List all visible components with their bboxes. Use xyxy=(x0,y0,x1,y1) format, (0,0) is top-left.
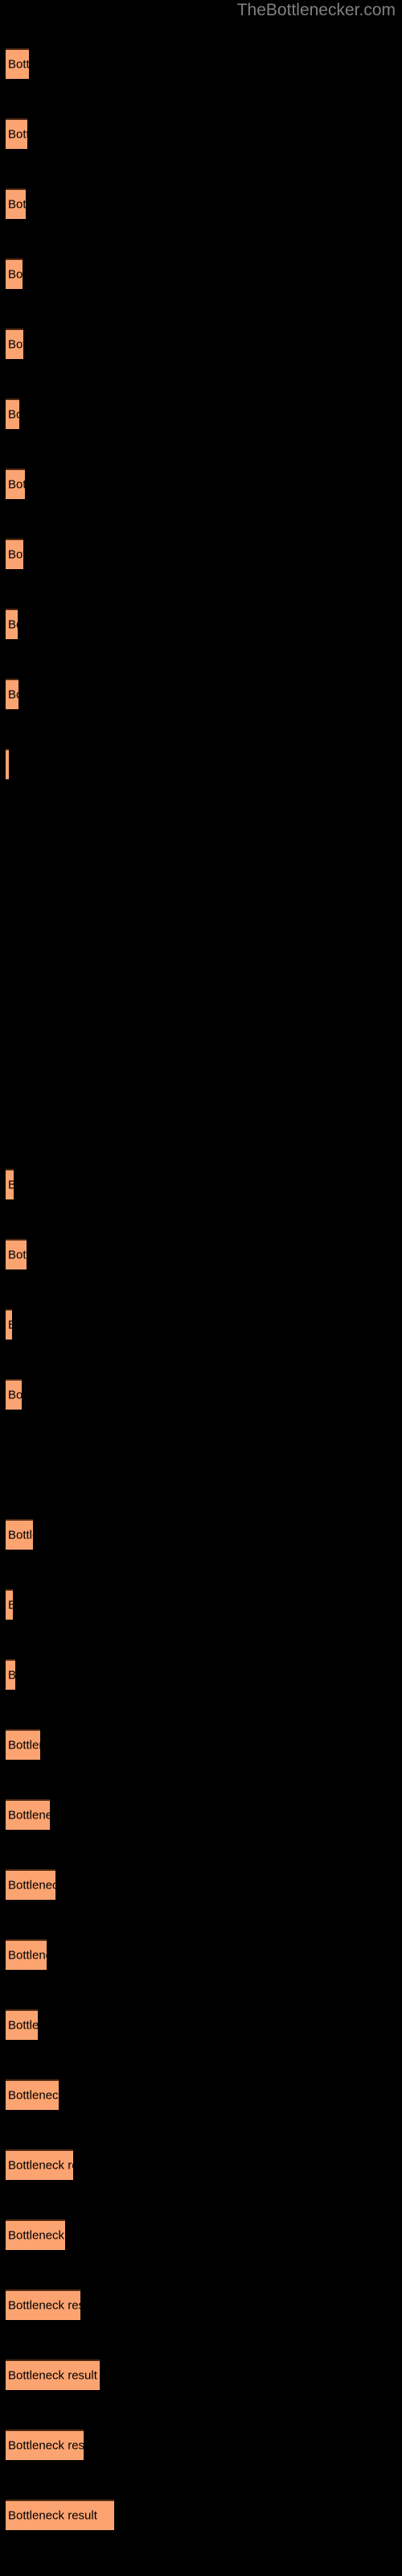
chart-bar[interactable]: Bottleneck result xyxy=(6,2429,84,2460)
chart-bar[interactable]: Bottleneck result xyxy=(6,1309,12,1340)
chart-bar[interactable]: Bottleneck result xyxy=(6,1869,55,1900)
bar-label: Bottleneck result xyxy=(8,1808,50,1823)
chart-bar[interactable]: Bottleneck result xyxy=(6,258,23,289)
chart-bar[interactable]: Bottleneck result xyxy=(6,2359,100,2390)
chart-bar[interactable]: Bottleneck result xyxy=(6,1379,22,1410)
bar-label: Bottleneck result xyxy=(8,2228,65,2243)
bar-label: Bottleneck result xyxy=(8,617,18,632)
bar-label: Bottleneck result xyxy=(8,1248,27,1262)
chart-bar[interactable]: Bottleneck result xyxy=(6,1659,15,1690)
bar-label: Bottleneck result xyxy=(8,267,23,282)
bar-label: Bottleneck result xyxy=(8,1388,22,1402)
bar-label: Bottleneck result xyxy=(8,1878,55,1893)
bar-label: Bottleneck result xyxy=(8,2088,59,2103)
chart-bar[interactable]: Bottleneck result xyxy=(6,2289,80,2320)
chart-bar[interactable]: Bottleneck result xyxy=(6,398,19,429)
chart-bar[interactable]: Bottleneck result xyxy=(6,188,26,219)
chart-bar[interactable]: Bottleneck result xyxy=(6,749,9,779)
chart-bar[interactable]: Bottleneck result xyxy=(6,1939,47,1970)
bar-label: Bottleneck result xyxy=(8,547,23,562)
bar-label: Bottleneck result xyxy=(8,1179,14,1192)
chart-bar[interactable]: Bottleneck result xyxy=(6,469,25,499)
bar-label: Bottleneck result xyxy=(8,477,25,492)
chart-bar[interactable]: Bottleneck result xyxy=(6,2500,114,2530)
chart-bar[interactable]: Bottleneck result xyxy=(6,1799,50,1830)
bar-label: Bottleneck result xyxy=(8,1599,13,1612)
bar-label: Bottleneck result xyxy=(8,197,26,212)
chart-bar[interactable]: Bottleneck result xyxy=(6,2079,59,2110)
bar-label: Bottleneck result xyxy=(8,1528,33,1542)
bar-label: Bottleneck result xyxy=(8,2508,97,2523)
bar-label: Bottleneck result xyxy=(8,1319,12,1332)
chart-bar[interactable]: Bottleneck result xyxy=(6,2219,65,2250)
chart-bar[interactable]: Bottleneck result xyxy=(6,609,18,639)
chart-bar[interactable]: Bottleneck result xyxy=(6,2149,73,2180)
bar-label: Bottleneck result xyxy=(8,127,27,142)
bar-label: Bottleneck result xyxy=(8,407,19,422)
bar-label: Bottleneck result xyxy=(8,687,18,702)
bar-label: Bottleneck result xyxy=(8,758,9,772)
bar-label: Bottleneck result xyxy=(8,2298,80,2313)
chart-bar[interactable]: Bottleneck result xyxy=(6,1239,27,1269)
chart-bar[interactable]: Bottleneck result xyxy=(6,1519,33,1550)
bar-label: Bottleneck result xyxy=(8,337,23,352)
bar-label: Bottleneck result xyxy=(8,57,29,72)
bar-label: Bottleneck result xyxy=(8,2018,38,2033)
bar-label: Bottleneck result xyxy=(8,1738,40,1752)
chart-bar[interactable]: Bottleneck result xyxy=(6,118,27,149)
chart-bar[interactable]: Bottleneck result xyxy=(6,1589,13,1620)
chart-bar[interactable]: Bottleneck result xyxy=(6,539,23,569)
bar-label: Bottleneck result xyxy=(8,2368,97,2383)
horizontal-bar-chart: Bottleneck result Bottleneck result Bottle… xyxy=(0,0,402,2576)
bar-label: Bottleneck result xyxy=(8,2438,84,2453)
chart-bar[interactable]: Bottleneck result xyxy=(6,679,18,709)
chart-page: TheBottlenecker.com Bottleneck resultBot… xyxy=(0,0,402,2576)
chart-bar[interactable]: Bottleneck result xyxy=(6,2009,38,2040)
chart-bar[interactable]: Bottleneck result xyxy=(6,48,29,79)
chart-bar[interactable]: Bottleneck result xyxy=(6,328,23,359)
bar-label: Bottleneck result xyxy=(8,2158,73,2173)
bar-label: Bottleneck result xyxy=(8,1948,47,1963)
chart-bar[interactable]: Bottleneck result xyxy=(6,1169,14,1199)
bar-label: Bottleneck result xyxy=(8,1669,15,1682)
chart-bar[interactable]: Bottleneck result xyxy=(6,1729,40,1760)
